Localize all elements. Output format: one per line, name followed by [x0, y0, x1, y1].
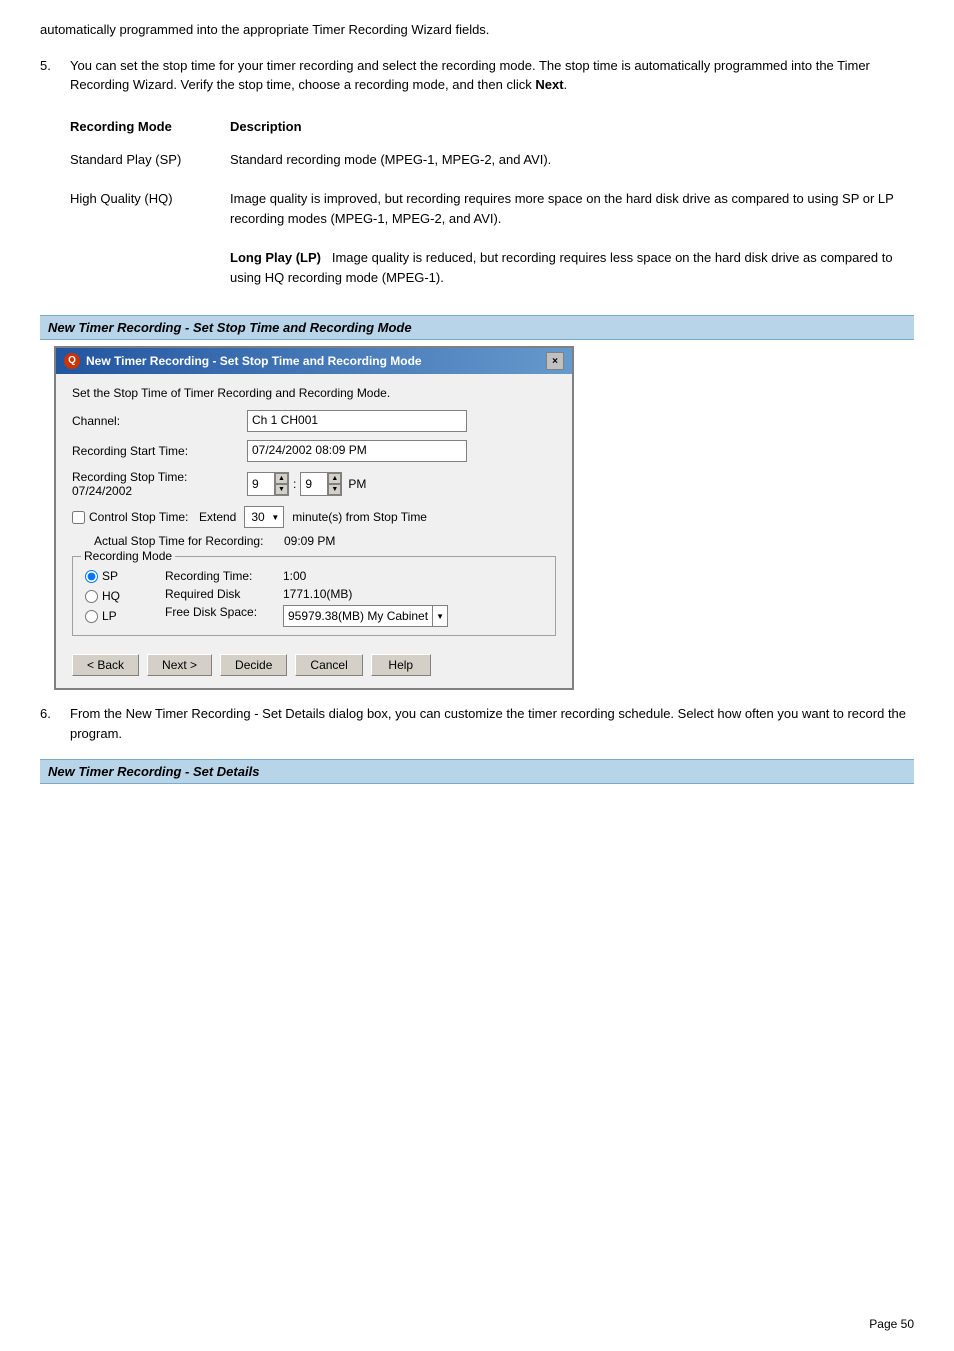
control-stop-row: Control Stop Time: Extend 30 ▼ minute(s)… [72, 506, 556, 528]
recording-mode-table: Recording Mode Description Standard Play… [70, 113, 914, 298]
step5-number: 5. [40, 56, 70, 95]
channel-row: Channel: Ch 1 CH001 [72, 410, 556, 432]
table-row: Standard Play (SP) Standard recording mo… [70, 140, 914, 180]
radio-lp-label: LP [102, 609, 117, 623]
page-number: Page 50 [869, 1317, 914, 1331]
minute-label: minute(s) from Stop Time [292, 510, 427, 524]
actual-stop-row: Actual Stop Time for Recording: 09:09 PM [94, 534, 556, 548]
mode-info: Recording Time: 1:00 Required Disk 1771.… [155, 569, 543, 627]
mode-grid: SP HQ LP Recording Time: [85, 565, 543, 627]
actual-stop-label: Actual Stop Time for Recording: [94, 534, 274, 548]
dialog-buttons: < Back Next > Decide Cancel Help [72, 646, 556, 680]
dialog-body: Set the Stop Time of Timer Recording and… [56, 374, 572, 688]
dialog-title: New Timer Recording - Set Stop Time and … [86, 354, 422, 368]
dialog-app-icon: Q [64, 353, 80, 369]
dialog-description: Set the Stop Time of Timer Recording and… [72, 386, 556, 400]
stop-hour-arrows[interactable]: ▲ ▼ [274, 473, 288, 495]
channel-value: Ch 1 CH001 [247, 410, 467, 432]
free-disk-dropdown-arrow[interactable]: ▼ [432, 606, 447, 626]
stop-ampm: PM [348, 477, 366, 491]
mode-radios: SP HQ LP [85, 569, 155, 627]
stop-minute-up[interactable]: ▲ [328, 473, 341, 484]
step6-item: 6. From the New Timer Recording - Set De… [40, 704, 914, 743]
channel-label: Channel: [72, 414, 247, 428]
desc-lp: Long Play (LP) Image quality is reduced,… [230, 238, 914, 297]
recording-mode-legend: Recording Mode [81, 549, 175, 563]
control-stop-label: Control Stop Time: [89, 510, 199, 524]
help-button[interactable]: Help [371, 654, 431, 676]
col-description: Description [230, 113, 914, 140]
stop-minute-spinner[interactable]: 9 ▲ ▼ [300, 472, 342, 496]
dialog-window: Q New Timer Recording - Set Stop Time an… [54, 346, 574, 690]
col-recording-mode: Recording Mode [70, 113, 230, 140]
step5-content: You can set the stop time for your timer… [70, 56, 914, 95]
required-disk-value: 1771.10(MB) [283, 587, 352, 601]
step6-content: From the New Timer Recording - Set Detai… [70, 704, 914, 743]
free-disk-row: Free Disk Space: 95979.38(MB) My Cabinet… [165, 605, 543, 627]
extend-value: 30 [247, 510, 269, 524]
section-header-1: New Timer Recording - Set Stop Time and … [40, 315, 914, 340]
mode-sp: Standard Play (SP) [70, 140, 230, 180]
start-time-value: 07/24/2002 08:09 PM [247, 440, 467, 462]
titlebar-left: Q New Timer Recording - Set Stop Time an… [64, 353, 422, 369]
dialog-wrapper: Q New Timer Recording - Set Stop Time an… [54, 346, 914, 690]
free-disk-label: Free Disk Space: [165, 605, 275, 627]
decide-button[interactable]: Decide [220, 654, 287, 676]
mode-lp [70, 238, 230, 297]
section-header-2: New Timer Recording - Set Details [40, 759, 914, 784]
desc-sp: Standard recording mode (MPEG-1, MPEG-2,… [230, 140, 914, 180]
start-time-row: Recording Start Time: 07/24/2002 08:09 P… [72, 440, 556, 462]
stop-time-row: Recording Stop Time: 07/24/2002 9 ▲ ▼ : … [72, 470, 556, 498]
radio-hq-label: HQ [102, 589, 120, 603]
stop-hour-up[interactable]: ▲ [275, 473, 288, 484]
next-button[interactable]: Next > [147, 654, 212, 676]
free-disk-select[interactable]: 95979.38(MB) My Cabinet ▼ [283, 605, 448, 627]
radio-sp-option[interactable]: SP [85, 569, 155, 583]
stop-minute-value: 9 [301, 473, 327, 495]
time-colon: : [293, 477, 296, 491]
stop-hour-value: 9 [248, 473, 274, 495]
radio-sp-label: SP [102, 569, 118, 583]
desc-hq: Image quality is improved, but recording… [230, 179, 914, 238]
table-row: High Quality (HQ) Image quality is impro… [70, 179, 914, 238]
stop-minute-down[interactable]: ▼ [328, 484, 341, 495]
extend-label: Extend [199, 510, 236, 524]
recording-time-value: 1:00 [283, 569, 306, 583]
required-disk-row: Required Disk 1771.10(MB) [165, 587, 543, 601]
dialog-close-button[interactable]: × [546, 352, 564, 370]
extend-select[interactable]: 30 ▼ [244, 506, 284, 528]
control-stop-checkbox[interactable] [72, 511, 85, 524]
radio-lp-input[interactable] [85, 610, 98, 623]
radio-lp-option[interactable]: LP [85, 609, 155, 623]
stop-time-label: Recording Stop Time: 07/24/2002 [72, 470, 247, 498]
start-time-label: Recording Start Time: [72, 444, 247, 458]
free-disk-value: 95979.38(MB) My Cabinet [284, 609, 432, 623]
recording-mode-group: Recording Mode SP HQ LP [72, 556, 556, 636]
table-row: Long Play (LP) Image quality is reduced,… [70, 238, 914, 297]
radio-sp-input[interactable] [85, 570, 98, 583]
stop-hour-spinner[interactable]: 9 ▲ ▼ [247, 472, 289, 496]
step5-item: 5. You can set the stop time for your ti… [40, 56, 914, 95]
radio-hq-input[interactable] [85, 590, 98, 603]
stop-minute-arrows[interactable]: ▲ ▼ [327, 473, 341, 495]
back-button[interactable]: < Back [72, 654, 139, 676]
actual-stop-value: 09:09 PM [284, 534, 335, 548]
mode-hq: High Quality (HQ) [70, 179, 230, 238]
recording-time-row: Recording Time: 1:00 [165, 569, 543, 583]
radio-hq-option[interactable]: HQ [85, 589, 155, 603]
cancel-button[interactable]: Cancel [295, 654, 362, 676]
recording-time-label: Recording Time: [165, 569, 275, 583]
stop-hour-down[interactable]: ▼ [275, 484, 288, 495]
intro-text: automatically programmed into the approp… [40, 20, 914, 40]
extend-dropdown-arrow[interactable]: ▼ [269, 513, 281, 522]
dialog-titlebar: Q New Timer Recording - Set Stop Time an… [56, 348, 572, 374]
step6-number: 6. [40, 704, 70, 743]
required-disk-label: Required Disk [165, 587, 275, 601]
